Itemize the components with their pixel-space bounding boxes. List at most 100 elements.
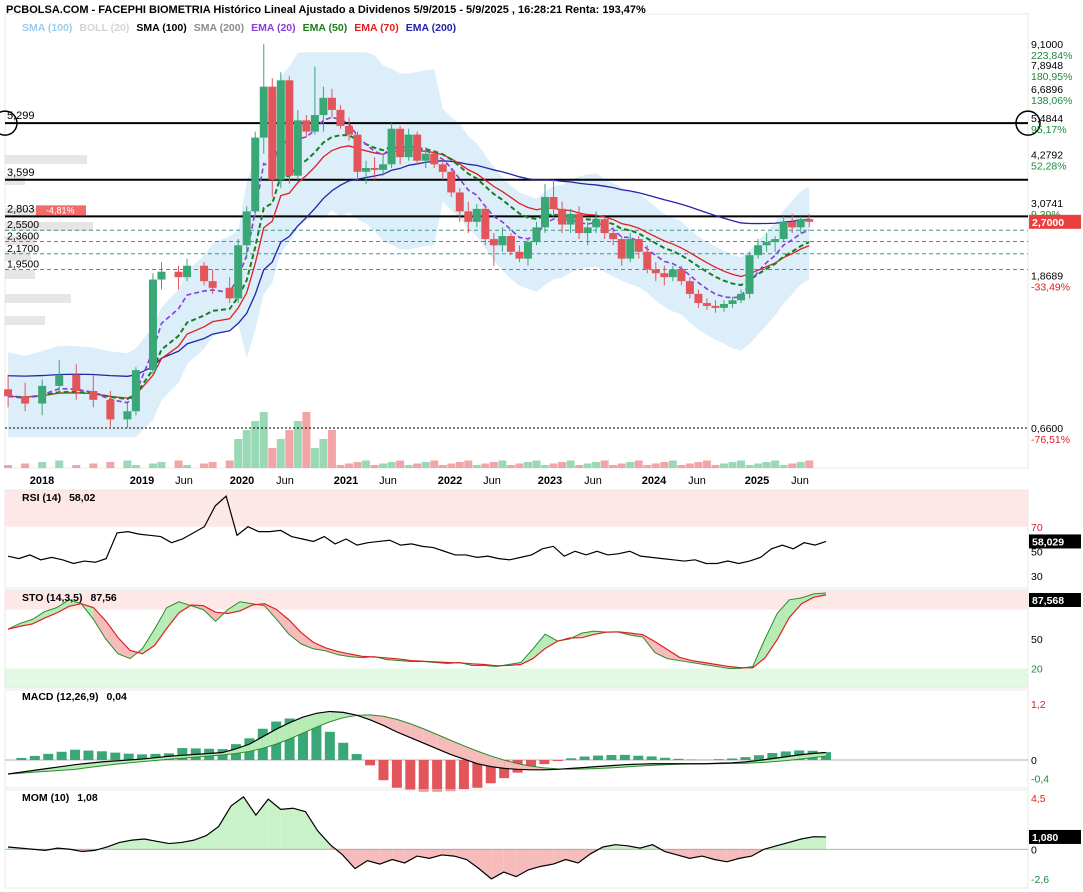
candle-body: [592, 219, 601, 228]
level-tag-text: -4,81%: [46, 205, 75, 215]
volume-bar: [472, 465, 481, 468]
support-label: 1,9500: [7, 258, 39, 270]
y-axis-pct: 95,17%: [1031, 124, 1067, 136]
mom-tick: 4,5: [1031, 793, 1046, 805]
rsi-tick: 30: [1031, 571, 1043, 583]
candle-body: [421, 153, 430, 161]
volume-bar: [200, 463, 209, 468]
candle-body: [183, 265, 192, 278]
macd-signal-line: [7, 714, 827, 775]
volume-bar: [421, 462, 430, 468]
support-label: 2,5500: [7, 219, 39, 231]
x-axis-label: 2018: [30, 475, 54, 487]
volume-bar: [728, 462, 737, 468]
macd-histogram-bar: [660, 757, 671, 760]
macd-histogram-bar: [646, 756, 657, 760]
volume-bar: [634, 460, 643, 468]
candle-body: [310, 115, 319, 132]
macd-histogram-bar: [83, 750, 94, 760]
volume-bar: [481, 463, 490, 468]
volume-bar: [685, 463, 694, 468]
mom-fill: [305, 811, 318, 850]
macd-histogram-bar: [324, 731, 335, 760]
candle-body: [55, 374, 64, 386]
candle-body: [285, 80, 294, 176]
candle-body: [677, 269, 686, 282]
sto-panel-label: STO (14,3,5) 87,56: [22, 592, 117, 604]
macd-histogram-bar: [16, 757, 27, 760]
volume-bar: [327, 430, 336, 468]
macd-histogram-bar: [539, 760, 550, 765]
volume-bar: [72, 465, 81, 468]
candle-body: [370, 168, 379, 170]
volume-bar: [268, 448, 277, 468]
x-axis-label: Jun: [276, 475, 294, 487]
mom-line: [7, 795, 827, 880]
candle-body: [498, 236, 507, 246]
candle-body: [344, 125, 353, 135]
volume-bar: [600, 460, 609, 468]
mom-fill: [293, 808, 306, 850]
volume-bar: [711, 465, 720, 468]
volume-bar: [643, 465, 652, 468]
volume-bar: [558, 462, 567, 468]
candle-body: [651, 269, 660, 274]
candle-body: [626, 239, 635, 259]
volume-profile-bar: [5, 270, 35, 279]
volume-bar: [55, 460, 64, 468]
x-axis-label: 2023: [538, 475, 562, 487]
macd-histogram-bar: [445, 760, 456, 792]
volume-bar: [762, 462, 771, 468]
volume-bar: [225, 460, 234, 468]
volume-bar: [157, 462, 166, 468]
candle-body: [234, 245, 243, 299]
x-axis-label: Jun: [791, 475, 809, 487]
legend-item: SMA (100): [22, 22, 73, 34]
candle-body: [702, 303, 711, 306]
candle-body: [259, 86, 268, 138]
volume-bar: [336, 465, 345, 468]
mom-tick: 0: [1031, 844, 1037, 856]
rsi-tick: 70: [1031, 522, 1043, 534]
volume-bar: [719, 463, 728, 468]
volume-bar: [370, 465, 379, 468]
macd-histogram-bar: [56, 751, 67, 760]
sto-fill: [288, 619, 302, 644]
candle-body: [771, 239, 780, 243]
macd-histogram-bar: [619, 754, 630, 760]
candle-body: [600, 219, 609, 234]
volume-bar: [123, 460, 132, 468]
volume-bar: [319, 439, 328, 468]
x-axis-label: Jun: [483, 475, 501, 487]
legend-item: EMA (20): [251, 22, 296, 34]
volume-bar: [4, 465, 13, 468]
x-axis-label: 2021: [334, 475, 358, 487]
volume-bar: [541, 465, 550, 468]
candle-body: [609, 233, 618, 240]
volume-bar: [131, 465, 140, 468]
sto-tick: 20: [1031, 663, 1043, 675]
volume-bar: [771, 460, 780, 468]
volume-bar: [523, 462, 532, 468]
candle-body: [89, 390, 98, 400]
macd-histogram-bar: [123, 753, 134, 760]
mom-tick: -2,6: [1031, 874, 1049, 886]
candle-body: [549, 196, 558, 209]
x-axis-label: Jun: [584, 475, 602, 487]
mom-fill: [404, 849, 417, 863]
candle-body: [660, 273, 669, 278]
macd-histogram-bar: [593, 755, 604, 760]
mom-fill: [466, 849, 479, 869]
indicator-legend: SMA (100) BOLL (20) SMA (100) SMA (200) EMA …: [22, 22, 463, 34]
rsi-panel-label: RSI (14) 58,02: [22, 492, 96, 504]
volume-bar: [183, 465, 192, 468]
macd-tick: 0: [1031, 755, 1037, 767]
candle-body: [208, 281, 217, 288]
volume-profile-bar: [5, 316, 45, 325]
candle-body: [515, 251, 524, 259]
candle-body: [387, 128, 396, 165]
volume-bar: [677, 465, 686, 468]
candle-body: [404, 134, 413, 158]
mom-last-tag: 1,080: [1032, 832, 1058, 844]
volume-bar: [379, 463, 388, 468]
